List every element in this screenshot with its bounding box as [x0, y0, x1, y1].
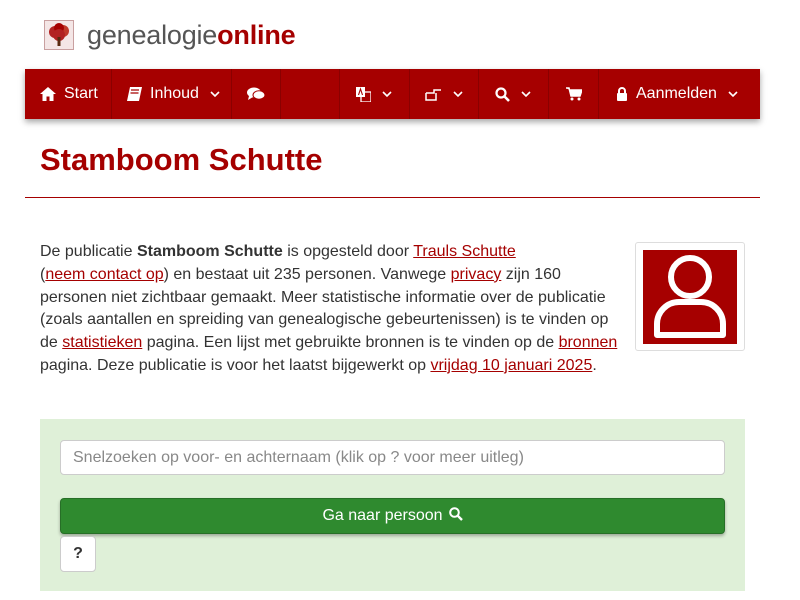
chevron-down-icon: [728, 90, 738, 98]
nav-start-label: Start: [64, 85, 98, 102]
contact-link[interactable]: neem contact op: [45, 266, 163, 283]
quick-search-input[interactable]: [60, 440, 725, 475]
page-title: Stamboom Schutte: [40, 142, 323, 177]
publication-description: De publicatie Stamboom Schutte is opgest…: [40, 241, 630, 378]
nav-inhoud-label: Inhoud: [150, 85, 199, 102]
title-divider: [25, 197, 760, 198]
desc-text: .: [592, 356, 597, 374]
book-icon: [127, 87, 142, 101]
main-navbar: Start Inhoud Aanmelden: [25, 69, 760, 119]
nav-login[interactable]: Aanmelden: [599, 69, 760, 119]
chevron-down-icon: [521, 90, 531, 98]
user-icon: [650, 252, 730, 343]
go-to-person-label: Ga naar persoon: [322, 507, 443, 524]
quick-search-panel: Ga naar persoon ?: [40, 419, 745, 591]
privacy-link[interactable]: privacy: [451, 266, 502, 283]
hand-pointer-icon: [425, 88, 442, 101]
home-icon: [40, 87, 56, 101]
chevron-down-icon: [210, 90, 220, 98]
desc-text: pagina. Deze publicatie is voor het laat…: [40, 356, 431, 374]
search-icon: [443, 506, 463, 526]
nav-cart[interactable]: [549, 69, 599, 119]
nav-start[interactable]: Start: [25, 69, 112, 119]
nav-actions[interactable]: [410, 69, 479, 119]
language-icon: [356, 86, 371, 102]
brand-part-2: online: [217, 19, 296, 50]
nav-language[interactable]: [340, 69, 410, 119]
desc-text: De publicatie: [40, 243, 137, 260]
chevron-down-icon: [453, 90, 463, 98]
search-icon: [495, 86, 510, 102]
brand-part-1: genealogie: [87, 19, 218, 50]
publication-name: Stamboom Schutte: [136, 243, 283, 260]
nav-search[interactable]: [479, 69, 549, 119]
desc-text: pagina. Een lijst met gebruikte bronnen …: [142, 334, 559, 352]
comments-icon: [247, 87, 265, 101]
nav-login-label: Aanmelden: [636, 85, 717, 102]
statistics-link[interactable]: statistieken: [62, 334, 142, 351]
nav-forum[interactable]: [232, 69, 281, 119]
desc-text: is opgesteld door: [282, 243, 414, 260]
cart-icon: [565, 87, 582, 101]
nav-inhoud[interactable]: Inhoud: [112, 69, 232, 119]
author-avatar-frame[interactable]: [635, 242, 745, 351]
author-link[interactable]: Trauls Schutte: [413, 243, 516, 260]
avatar: [643, 250, 737, 344]
site-header: genealogieonline: [44, 18, 296, 52]
lock-icon: [616, 87, 628, 101]
tree-icon[interactable]: [44, 20, 74, 50]
desc-text: ) en bestaat uit 235 personen. Vanwege: [163, 265, 451, 283]
last-updated-link[interactable]: vrijdag 10 januari 2025: [430, 357, 592, 374]
go-to-person-button[interactable]: Ga naar persoon: [60, 498, 725, 534]
sources-link[interactable]: bronnen: [559, 334, 618, 351]
chevron-down-icon: [382, 90, 392, 98]
search-help-button[interactable]: ?: [60, 536, 96, 572]
site-logo-text[interactable]: genealogieonline: [87, 19, 296, 51]
nav-spacer: [281, 69, 340, 119]
